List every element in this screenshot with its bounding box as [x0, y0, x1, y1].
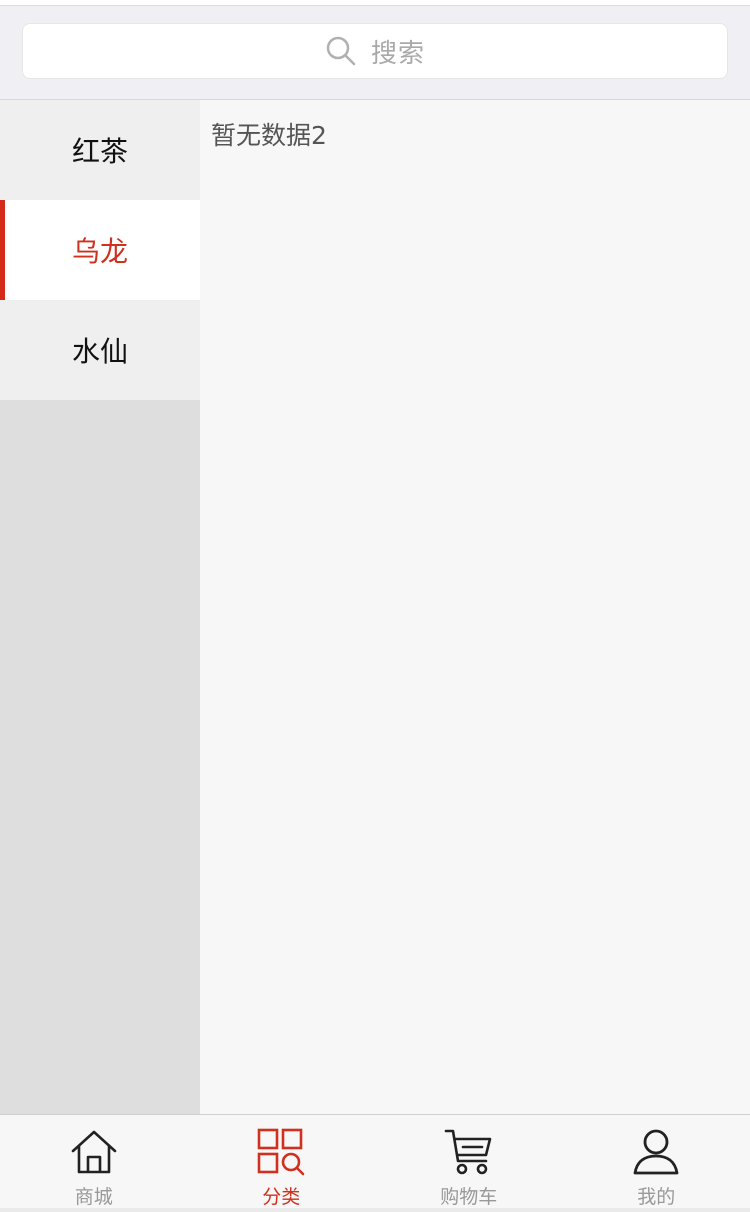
tab-home[interactable]: 商城 — [0, 1115, 188, 1212]
user-icon — [631, 1127, 681, 1177]
sidebar-item-shuixian[interactable]: 水仙 — [0, 300, 200, 400]
sidebar-item-hongcha[interactable]: 红茶 — [0, 100, 200, 200]
empty-state-text: 暂无数据2 — [211, 121, 327, 150]
home-icon — [69, 1127, 119, 1177]
search-placeholder: 搜索 — [370, 38, 425, 69]
category-content: 暂无数据2 — [200, 100, 750, 1114]
tab-label: 购物车 — [440, 1186, 498, 1208]
search-bar: 搜索 — [0, 6, 750, 100]
tab-label: 商城 — [74, 1186, 113, 1208]
tab-label: 我的 — [637, 1186, 676, 1208]
tab-category[interactable]: 分类 — [188, 1115, 376, 1212]
search-input[interactable]: 搜索 — [22, 23, 728, 79]
home-indicator-area — [0, 1208, 750, 1212]
tab-label: 分类 — [262, 1186, 301, 1208]
tab-cart[interactable]: 购物车 — [375, 1115, 563, 1212]
category-icon — [256, 1127, 306, 1177]
category-sidebar: 红茶 乌龙 水仙 — [0, 100, 200, 1114]
cart-icon — [444, 1127, 494, 1177]
tab-profile[interactable]: 我的 — [563, 1115, 750, 1212]
bottom-tabbar: 商城 分类 购物车 我的 — [0, 1114, 750, 1212]
search-icon — [325, 35, 357, 67]
sidebar-item-wulong[interactable]: 乌龙 — [0, 200, 200, 300]
